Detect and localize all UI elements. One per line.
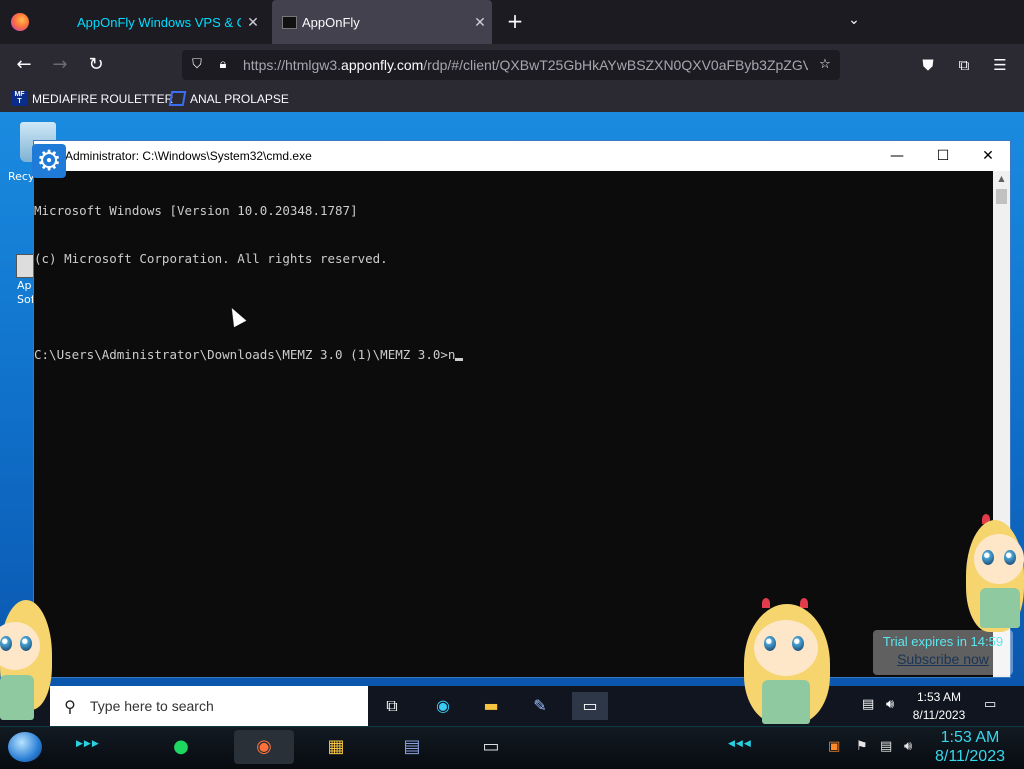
cmd-taskbar-icon[interactable]: ▭ — [470, 730, 512, 764]
remote-app-icon[interactable]: ▤ — [394, 730, 430, 764]
dress-shape — [980, 588, 1020, 628]
dress-shape — [762, 680, 810, 724]
paint-icon[interactable]: ✎ — [525, 692, 555, 720]
tab-label: AppOnFly Windows VPS & Clo — [77, 14, 241, 30]
remote-taskbar: ⚲ Type here to search ⧉ ◉ ▬ ✎ ▭ ▤ 🔊︎ 1:5… — [0, 686, 1024, 726]
extensions-icon[interactable]: ⧉ — [954, 55, 974, 75]
eye-shape — [0, 636, 12, 651]
gear-icon[interactable]: ⚙ — [32, 144, 66, 178]
lock-icon[interactable]: 🔒︎ — [214, 56, 232, 74]
firefox-taskbar-icon[interactable]: ◉ — [234, 730, 294, 764]
cmd-prompt-line[interactable]: C:\Users\Administrator\Downloads\MEMZ 3.… — [34, 347, 993, 363]
cmd-line — [34, 299, 993, 315]
new-tab-button[interactable]: + — [504, 10, 526, 32]
trial-overlay: Trial expires in 14:59 Subscribe now — [873, 630, 1013, 675]
cmd-title: Administrator: C:\Windows\System32\cmd.e… — [65, 149, 312, 163]
local-taskbar: ▶▶▶ ● ◉ ▦ ▤ ▭ ◀◀◀ ▣ ⚑ ▤ 🔊︎ 1:53 AM 8/11/… — [0, 726, 1024, 769]
flag-icon[interactable]: ⚑ — [856, 739, 868, 754]
cmd-window[interactable]: Administrator: C:\Windows\System32\cmd.e… — [33, 140, 1011, 678]
subscribe-link[interactable]: Subscribe now — [873, 651, 1013, 667]
bookmark-icon — [168, 91, 187, 106]
reload-icon[interactable]: ↻ — [83, 53, 109, 77]
app-shortcut-label: Ap Sof — [17, 279, 35, 306]
close-button[interactable]: ✕ — [965, 141, 1011, 171]
character-sticker — [0, 600, 56, 725]
firefox-icon[interactable] — [11, 13, 29, 31]
url-path: /rdp/#/client/QXBwT25GbHkAYwBSZXN0QXV0aF… — [423, 57, 808, 73]
cmd-line: (c) Microsoft Corporation. All rights re… — [34, 251, 388, 266]
search-placeholder: Type here to search — [90, 698, 214, 714]
dress-shape — [0, 675, 34, 720]
network-icon[interactable]: ▤ — [862, 697, 874, 712]
text-cursor — [455, 358, 464, 361]
remote-clock[interactable]: 1:53 AM 8/11/2023 — [906, 688, 972, 724]
cmd-title-bar[interactable]: Administrator: C:\Windows\System32\cmd.e… — [34, 141, 1010, 171]
start-orb-icon[interactable] — [8, 732, 42, 762]
eye-shape — [982, 550, 994, 565]
cmd-output[interactable]: Microsoft Windows [Version 10.0.20348.17… — [34, 171, 993, 677]
eye-shape — [20, 636, 32, 651]
bookmarks-bar: MF T MEDIAFIRE ROULETTER ANAL PROLAPSE — [0, 86, 1024, 112]
bookmark-label: ANAL PROLAPSE — [190, 91, 289, 106]
spotify-icon[interactable]: ● — [163, 730, 199, 764]
minimize-button[interactable]: — — [874, 141, 920, 171]
cmd-taskbar-icon[interactable]: ▭ — [572, 692, 608, 720]
decor-chevrons: ▶▶▶ — [76, 739, 100, 749]
back-icon[interactable]: ← — [11, 53, 37, 77]
decor-chevrons: ◀◀◀ — [728, 739, 752, 749]
browser-tab-bar: AppOnFly Windows VPS & Clo ✕ AppOnFly ✕ … — [0, 0, 1024, 44]
eye-shape — [764, 636, 776, 651]
trial-expires-text: Trial expires in 14:59 — [882, 634, 1004, 649]
tab-apponfly-vps[interactable]: AppOnFly Windows VPS & Clo ✕ — [70, 0, 265, 44]
network-icon[interactable]: ▤ — [880, 739, 892, 754]
scroll-up-icon[interactable]: ▲ — [993, 171, 1010, 187]
local-time: 1:53 AM — [940, 729, 1000, 746]
bookmark-mediafire[interactable]: MF T MEDIAFIRE ROULETTER — [12, 91, 173, 106]
file-explorer-icon[interactable]: ▬ — [476, 692, 506, 720]
chevron-down-icon[interactable]: ⌄ — [844, 12, 864, 32]
close-icon[interactable]: ✕ — [468, 14, 492, 31]
character-sticker — [962, 512, 1024, 634]
file-explorer-icon[interactable]: ▦ — [318, 730, 354, 764]
remote-time: 1:53 AM — [916, 690, 962, 704]
search-icon: ⚲ — [64, 696, 76, 716]
url-prefix: https://htmlgw3. — [243, 57, 342, 73]
tab-label: AppOnFly — [302, 14, 360, 30]
menu-icon[interactable]: ☰ — [990, 55, 1010, 75]
remote-date: 8/11/2023 — [912, 708, 966, 722]
cmd-prompt: C:\Users\Administrator\Downloads\MEMZ 3.… — [34, 347, 456, 362]
character-sticker — [742, 598, 832, 726]
task-view-icon[interactable]: ⧉ — [377, 692, 407, 720]
star-icon[interactable]: ☆ — [816, 56, 834, 74]
bookmark-label: MEDIAFIRE ROULETTER — [32, 91, 174, 106]
app-tray-icon[interactable]: ▣ — [828, 739, 840, 754]
pocket-icon[interactable]: ⛊ — [918, 55, 938, 75]
horn-shape — [762, 598, 770, 608]
maximize-button[interactable]: ☐ — [920, 141, 966, 171]
url-host: apponfly.com — [341, 57, 424, 73]
browser-toolbar: ← → ↻ ⛉ 🔒︎ https://htmlgw3.apponfly.com/… — [0, 44, 1024, 86]
volume-icon[interactable]: 🔊︎ — [904, 739, 912, 754]
eye-shape — [1004, 550, 1016, 565]
close-icon[interactable]: ✕ — [241, 14, 265, 31]
tab-apponfly[interactable]: AppOnFly ✕ — [272, 0, 492, 44]
url-bar[interactable]: ⛉ 🔒︎ https://htmlgw3.apponfly.com/rdp/#/… — [182, 50, 840, 80]
forward-icon[interactable]: → — [47, 53, 73, 77]
mediafire-icon: MF T — [12, 91, 27, 106]
local-date: 8/11/2023 — [935, 748, 1005, 765]
remote-desktop[interactable]: Recyc Ap Sof Administrator: C:\Windows\S… — [0, 112, 1024, 686]
scroll-thumb[interactable] — [996, 189, 1007, 204]
eye-shape — [792, 636, 804, 651]
face-shape — [754, 620, 818, 676]
shield-icon[interactable]: ⛉ — [188, 56, 206, 74]
search-box[interactable]: ⚲ Type here to search — [50, 686, 368, 726]
cmd-line: Microsoft Windows [Version 10.0.20348.17… — [34, 203, 358, 218]
notification-icon[interactable]: ▭ — [984, 697, 996, 712]
terminal-icon — [282, 16, 297, 29]
local-clock[interactable]: 1:53 AM 8/11/2023 — [930, 728, 1010, 766]
url-text[interactable]: https://htmlgw3.apponfly.com/rdp/#/clien… — [243, 57, 808, 73]
bookmark-item[interactable]: ANAL PROLAPSE — [168, 91, 289, 106]
edge-icon[interactable]: ◉ — [428, 692, 458, 720]
volume-icon[interactable]: 🔊︎ — [886, 697, 894, 712]
